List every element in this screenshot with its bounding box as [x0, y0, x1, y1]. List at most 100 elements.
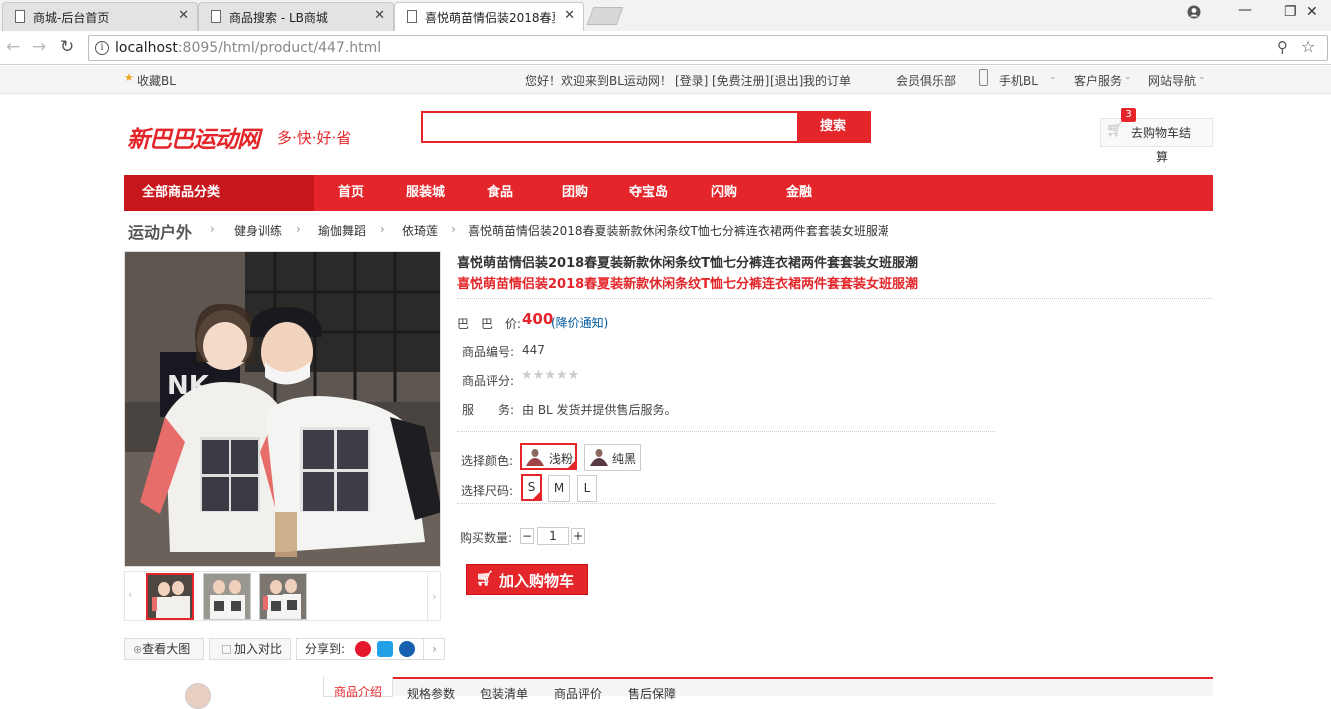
login-link[interactable]: [登录] — [675, 72, 708, 89]
browser-tab-active[interactable]: 喜悦萌苗情侣装2018春夏 ✕ — [394, 2, 584, 32]
sitenav-link[interactable]: 网站导航 — [1148, 72, 1196, 89]
weibo-icon[interactable] — [355, 641, 371, 657]
maximize-icon[interactable]: ❐ — [1284, 4, 1297, 20]
cart-button[interactable]: 🛒︎ 3 去购物车结 算 — [1100, 108, 1213, 164]
phone-icon — [979, 69, 988, 86]
slogan: 多·快·好·省 — [277, 129, 352, 147]
chevron-right-icon: › — [296, 222, 301, 236]
club-link[interactable]: 会员俱乐部 — [896, 72, 956, 89]
search-box: 搜索 — [421, 111, 871, 143]
view-large-button[interactable]: ⊕查看大图 — [124, 638, 204, 660]
cart-label-cont: 算 — [1156, 150, 1169, 164]
product-main-image[interactable]: NK — [124, 251, 441, 567]
orders-link[interactable]: 我的订单 — [803, 72, 851, 89]
thumbnail[interactable] — [259, 573, 307, 620]
compare-label: 加入对比 — [234, 642, 283, 656]
all-categories-button[interactable]: 全部商品分类 — [124, 175, 314, 211]
magnifier-icon: ⊕ — [133, 643, 143, 656]
url-field[interactable]: i localhost:8095/html/product/447.html ⚲… — [88, 35, 1328, 61]
price-notice-link[interactable]: (降价通知) — [551, 314, 608, 331]
breadcrumb-item[interactable]: 依琦莲 — [402, 222, 438, 239]
minimize-icon[interactable]: — — [1238, 2, 1252, 18]
window-close-icon[interactable]: ✕ — [1306, 4, 1318, 20]
quantity-decrease-button[interactable]: − — [520, 528, 534, 544]
tab-title: 商品搜索 - LB商城 — [229, 11, 328, 25]
register-link[interactable]: [免费注册] — [712, 72, 769, 89]
divider — [457, 431, 995, 432]
service-text: 由 BL 发货并提供售后服务。 — [522, 403, 677, 417]
info-icon[interactable]: i — [95, 41, 109, 55]
nav-item-clothing[interactable]: 服装城 — [406, 175, 445, 211]
nav-item-flash[interactable]: 闪购 — [711, 175, 737, 211]
compare-button[interactable]: 加入对比 — [209, 638, 291, 660]
compare-checkbox[interactable] — [222, 645, 231, 654]
close-icon[interactable]: ✕ — [374, 8, 385, 23]
qzone-icon[interactable] — [377, 641, 393, 657]
new-tab-button[interactable] — [586, 7, 624, 25]
star-icon: ★ — [567, 368, 580, 383]
nav-item-treasure[interactable]: 夺宝岛 — [629, 175, 668, 211]
chevron-right-icon: › — [210, 222, 215, 236]
chevron-down-icon: ⌄ — [1049, 72, 1057, 82]
color-option-black[interactable]: 纯黑 — [584, 444, 641, 471]
color-label: 选择颜色: — [461, 454, 514, 468]
profile-icon[interactable] — [1187, 5, 1201, 23]
chevron-right-icon[interactable]: › — [423, 639, 445, 659]
quantity-input[interactable]: 1 — [537, 527, 569, 545]
browser-tab[interactable]: 商城-后台首页 ✕ — [2, 2, 198, 31]
thumbnail[interactable] — [146, 573, 194, 620]
tab-package[interactable]: 包装清单 — [480, 685, 528, 702]
share-bar: 分享到: › — [296, 638, 445, 660]
breadcrumb-item[interactable]: 瑜伽舞蹈 — [318, 222, 366, 239]
search-input[interactable] — [423, 113, 799, 141]
tab-reviews[interactable]: 商品评价 — [554, 685, 602, 702]
logout-link[interactable]: [退出] — [770, 72, 803, 89]
chevron-right-icon[interactable]: › — [427, 573, 441, 620]
favorite-link[interactable]: 收藏BL — [137, 72, 176, 89]
nav-item-group[interactable]: 团购 — [562, 175, 588, 211]
tab-specs[interactable]: 规格参数 — [407, 685, 455, 702]
service-link[interactable]: 客户服务 — [1074, 72, 1122, 89]
search-button[interactable]: 搜索 — [797, 113, 869, 141]
add-to-cart-button[interactable]: 🛒︎ 加入购物车 — [466, 564, 588, 595]
share-icon[interactable] — [399, 641, 415, 657]
price-label: 巴 巴 价: — [457, 317, 522, 331]
chevron-right-icon: › — [451, 222, 456, 236]
page-icon — [15, 10, 25, 23]
star-icon: ★ — [555, 368, 568, 383]
nav-item-finance[interactable]: 金融 — [786, 175, 812, 211]
page-icon — [211, 10, 221, 23]
forward-icon[interactable]: → — [32, 37, 46, 57]
zoom-icon[interactable]: ⚲ — [1277, 38, 1288, 56]
nav-item-food[interactable]: 食品 — [487, 175, 513, 211]
quantity-increase-button[interactable]: + — [571, 528, 585, 544]
mobile-link[interactable]: 手机BL — [999, 72, 1038, 89]
reload-icon[interactable]: ↻ — [60, 37, 74, 57]
tab-product-intro[interactable]: 商品介绍 — [323, 677, 394, 699]
site-logo[interactable]: 新巴巴运动网 — [127, 120, 260, 154]
size-option-label: M — [553, 481, 565, 495]
thumbnail[interactable] — [203, 573, 251, 620]
view-large-label: 查看大图 — [142, 642, 191, 656]
size-option-l[interactable]: L — [577, 475, 597, 502]
bookmark-star-icon[interactable]: ☆ — [1301, 37, 1315, 56]
cart-count-badge: 3 — [1121, 108, 1136, 122]
tab-title: 商城-后台首页 — [33, 11, 110, 25]
close-icon[interactable]: ✕ — [178, 8, 189, 23]
nav-item-home[interactable]: 首页 — [338, 175, 364, 211]
chevron-left-icon[interactable]: ‹ — [128, 588, 132, 601]
close-icon[interactable]: ✕ — [564, 8, 575, 23]
browser-tab[interactable]: 商品搜索 - LB商城 ✕ — [198, 2, 394, 31]
back-icon[interactable]: ← — [6, 37, 20, 57]
star-icon: ★ — [544, 368, 556, 383]
code-label: 商品编号: — [462, 345, 515, 359]
page-icon — [407, 10, 417, 23]
address-bar: ← → ↻ i localhost:8095/html/product/447.… — [0, 31, 1331, 65]
size-option-s[interactable]: S — [521, 474, 542, 501]
browser-tab-bar: 商城-后台首页 ✕ 商品搜索 - LB商城 ✕ 喜悦萌苗情侣装2018春夏 ✕ … — [0, 0, 1331, 32]
color-option-pink[interactable]: 浅粉 — [520, 443, 577, 470]
breadcrumb-root[interactable]: 运动户外 — [128, 219, 192, 243]
size-option-m[interactable]: M — [548, 475, 570, 502]
tab-after-sales[interactable]: 售后保障 — [628, 685, 676, 702]
breadcrumb-item[interactable]: 健身训练 — [234, 222, 282, 239]
